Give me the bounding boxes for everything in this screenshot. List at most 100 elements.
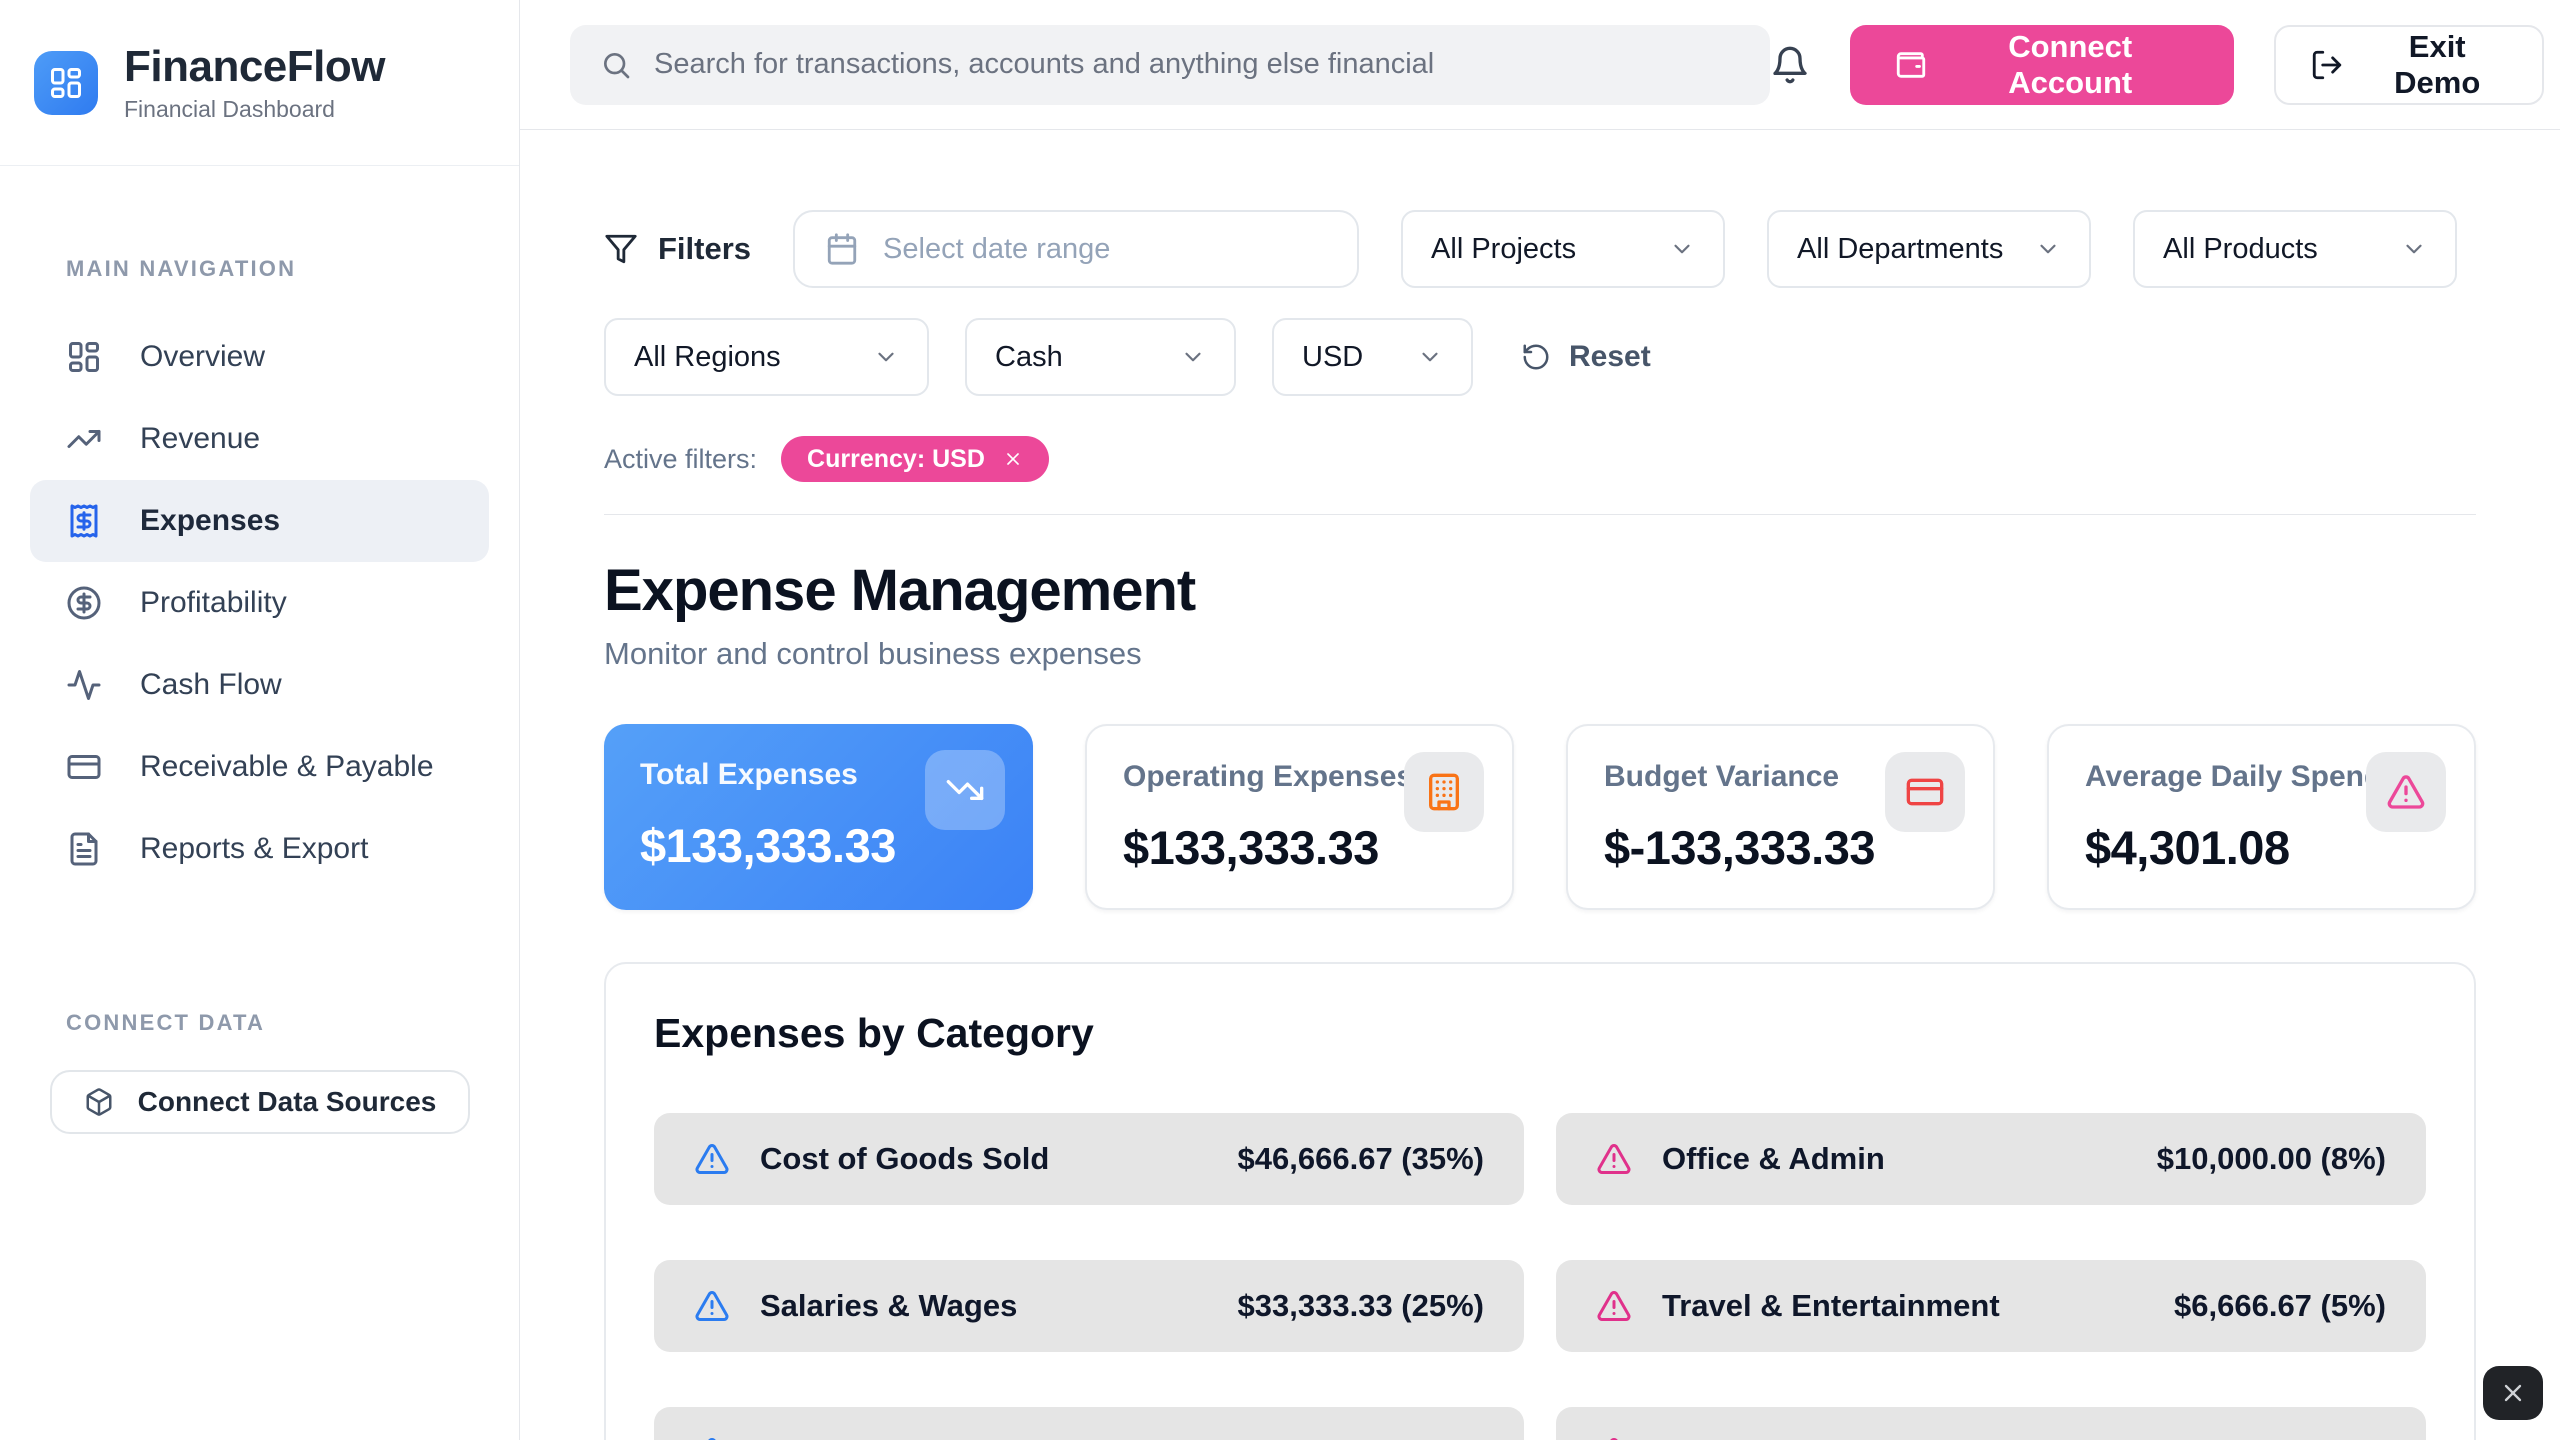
chevron-down-icon xyxy=(2035,236,2061,262)
category-name: Travel & Entertainment xyxy=(1662,1288,2000,1324)
category-row-cost-of-goods-sold[interactable]: Cost of Goods Sold $46,666.67 (35%) xyxy=(654,1113,1524,1205)
bell-icon xyxy=(1770,45,1810,85)
app-root: FinanceFlow Financial Dashboard MAIN NAV… xyxy=(0,0,2560,1440)
category-row-marketing[interactable]: Marketing $20,000.00 (15%) xyxy=(654,1407,1524,1440)
expenses-by-category-card: Expenses by Category Cost of Goods Sold … xyxy=(604,962,2476,1440)
trending-down-icon xyxy=(925,750,1005,830)
currency-select[interactable]: USD xyxy=(1272,318,1473,396)
sidebar-item-label: Cash Flow xyxy=(140,668,282,702)
connect-data-sources-button[interactable]: Connect Data Sources xyxy=(50,1070,470,1134)
section-divider xyxy=(604,514,2476,515)
sidebar-item-label: Overview xyxy=(140,340,265,374)
connect-data-sources-label: Connect Data Sources xyxy=(138,1086,437,1118)
connect-data-section-header: CONNECT DATA xyxy=(66,1010,489,1036)
chevron-down-icon xyxy=(1417,344,1443,370)
category-name: Professional Services xyxy=(1662,1435,1984,1440)
alert-triangle-icon xyxy=(694,1288,730,1324)
brand: FinanceFlow Financial Dashboard xyxy=(0,0,519,166)
category-name: Office & Admin xyxy=(1662,1141,1885,1177)
package-icon xyxy=(84,1087,114,1117)
file-text-icon xyxy=(66,831,102,867)
credit-card-icon xyxy=(1885,752,1965,832)
chevron-down-icon xyxy=(873,344,899,370)
chevron-down-icon xyxy=(1669,236,1695,262)
sidebar-item-label: Profitability xyxy=(140,586,287,620)
category-grid: Cost of Goods Sold $46,666.67 (35%) Offi… xyxy=(654,1113,2426,1440)
sidebar-item-revenue[interactable]: Revenue xyxy=(30,398,489,480)
products-select[interactable]: All Products xyxy=(2133,210,2457,288)
connect-account-label: Connect Account xyxy=(1950,29,2190,101)
category-value: $10,000.00 (8%) xyxy=(2157,1141,2386,1177)
activity-icon xyxy=(66,667,102,703)
page-subtitle: Monitor and control business expenses xyxy=(604,636,2476,672)
content: Filters All Projects All Departments All… xyxy=(520,130,2560,1440)
alert-triangle-icon xyxy=(1596,1435,1632,1440)
projects-select[interactable]: All Projects xyxy=(1401,210,1725,288)
brand-tagline: Financial Dashboard xyxy=(124,96,385,123)
close-icon xyxy=(2499,1379,2527,1407)
chevron-down-icon xyxy=(1180,344,1206,370)
category-row-salaries-wages[interactable]: Salaries & Wages $33,333.33 (25%) xyxy=(654,1260,1524,1352)
remove-filter-icon[interactable] xyxy=(1003,449,1023,469)
sidebar-item-expenses[interactable]: Expenses xyxy=(30,480,489,562)
exit-demo-button[interactable]: Exit Demo xyxy=(2274,25,2544,105)
notifications-button[interactable] xyxy=(1770,45,1810,85)
active-filters-row: Active filters: Currency: USD xyxy=(604,436,2476,482)
kpi-average-daily-spend[interactable]: Average Daily Spend $4,301.08 xyxy=(2047,724,2476,910)
wallet-icon xyxy=(1894,48,1928,82)
date-range-field[interactable] xyxy=(793,210,1359,288)
sidebar-item-receivable-payable[interactable]: Receivable & Payable xyxy=(30,726,489,808)
alert-triangle-icon xyxy=(2366,752,2446,832)
kpi-total-expenses[interactable]: Total Expenses $133,333.33 xyxy=(604,724,1033,910)
rotate-ccw-icon xyxy=(1521,342,1551,372)
category-name: Cost of Goods Sold xyxy=(760,1141,1049,1177)
category-value: $6,666.67 (5%) xyxy=(2174,1288,2386,1324)
close-overlay-button[interactable] xyxy=(2483,1366,2543,1420)
regions-select[interactable]: All Regions xyxy=(604,318,929,396)
connect-account-button[interactable]: Connect Account xyxy=(1850,25,2234,105)
category-value: $3,333.33 (3%) xyxy=(2174,1435,2386,1440)
filters-row-1: Filters All Projects All Departments All… xyxy=(604,210,2476,288)
dashboard-icon xyxy=(66,339,102,375)
sidebar-item-label: Revenue xyxy=(140,422,260,456)
section-title: Expenses by Category xyxy=(654,1010,2426,1057)
receipt-icon xyxy=(66,503,102,539)
category-name: Salaries & Wages xyxy=(760,1288,1017,1324)
category-row-professional-services[interactable]: Professional Services $3,333.33 (3%) xyxy=(1556,1407,2426,1440)
logout-icon xyxy=(2310,48,2344,82)
sidebar-item-label: Reports & Export xyxy=(140,832,368,866)
search-bar xyxy=(570,25,1770,105)
credit-card-icon xyxy=(66,749,102,785)
sidebar-item-overview[interactable]: Overview xyxy=(30,316,489,398)
nav-section-header: MAIN NAVIGATION xyxy=(66,256,489,282)
category-row-travel-entertainment[interactable]: Travel & Entertainment $6,666.67 (5%) xyxy=(1556,1260,2426,1352)
brand-name: FinanceFlow xyxy=(124,42,385,92)
kpi-budget-variance[interactable]: Budget Variance $-133,333.33 xyxy=(1566,724,1995,910)
sidebar-item-reports-export[interactable]: Reports & Export xyxy=(30,808,489,890)
reset-filters-button[interactable]: Reset xyxy=(1521,340,1651,374)
sidebar-item-profitability[interactable]: Profitability xyxy=(30,562,489,644)
kpi-operating-expenses[interactable]: Operating Expenses $133,333.33 xyxy=(1085,724,1514,910)
sidebar-item-cash-flow[interactable]: Cash Flow xyxy=(30,644,489,726)
chevron-down-icon xyxy=(2401,236,2427,262)
alert-triangle-icon xyxy=(1596,1141,1632,1177)
alert-triangle-icon xyxy=(694,1435,730,1440)
sidebar-item-label: Expenses xyxy=(140,504,280,538)
topbar: Connect Account Exit Demo xyxy=(520,0,2560,130)
departments-select[interactable]: All Departments xyxy=(1767,210,2091,288)
search-input[interactable] xyxy=(654,48,1740,81)
payment-method-select[interactable]: Cash xyxy=(965,318,1236,396)
category-value: $33,333.33 (25%) xyxy=(1238,1288,1484,1324)
sidebar: FinanceFlow Financial Dashboard MAIN NAV… xyxy=(0,0,520,1440)
search-icon xyxy=(600,49,632,81)
active-filters-label: Active filters: xyxy=(604,444,757,475)
category-row-office-admin[interactable]: Office & Admin $10,000.00 (8%) xyxy=(1556,1113,2426,1205)
alert-triangle-icon xyxy=(694,1141,730,1177)
category-name: Marketing xyxy=(760,1435,906,1440)
kpi-cards: Total Expenses $133,333.33 Operating Exp… xyxy=(604,724,2476,910)
category-value: $46,666.67 (35%) xyxy=(1238,1141,1484,1177)
active-filter-chip-currency[interactable]: Currency: USD xyxy=(781,436,1049,482)
building-icon xyxy=(1404,752,1484,832)
date-range-input[interactable] xyxy=(883,233,1327,266)
calendar-icon xyxy=(825,232,859,266)
